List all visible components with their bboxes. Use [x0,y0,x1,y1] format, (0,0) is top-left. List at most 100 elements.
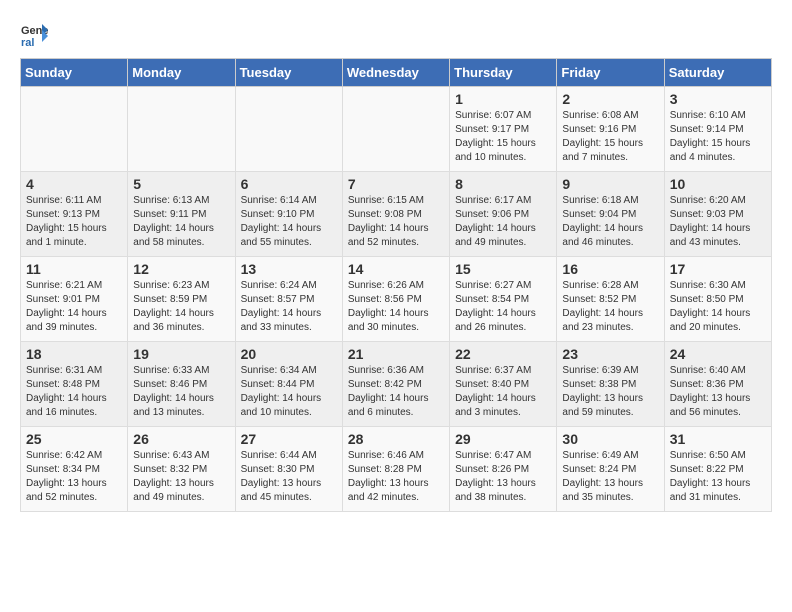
day-info: Sunrise: 6:10 AM Sunset: 9:14 PM Dayligh… [670,109,766,165]
header-cell-wednesday: Wednesday [342,59,449,87]
day-cell: 4 Sunrise: 6:11 AM Sunset: 9:13 PM Daylig… [21,172,128,257]
logo: Gene ral [20,20,52,48]
day-info: Sunrise: 6:43 AM Sunset: 8:32 PM Dayligh… [133,449,229,505]
day-number: 10 [670,176,766,192]
day-number: 26 [133,431,229,447]
day-number: 12 [133,261,229,277]
day-cell: 9Sunrise: 6:18 AM Sunset: 9:04 PM Daylig… [557,172,664,257]
day-number: 29 [455,431,551,447]
day-number: 5 [133,176,229,192]
day-number: 19 [133,346,229,362]
day-cell: 31 Sunrise: 6:50 AM Sunset: 8:22 PM Dayli… [664,427,771,512]
day-cell: 15 Sunrise: 6:27 AM Sunset: 8:54 PM Dayli… [450,257,557,342]
day-cell: 24Sunrise: 6:40 AM Sunset: 8:36 PM Dayli… [664,342,771,427]
day-cell: 27 Sunrise: 6:44 AM Sunset: 8:30 PM Dayli… [235,427,342,512]
header-cell-friday: Friday [557,59,664,87]
day-cell: 2 Sunrise: 6:08 AM Sunset: 9:16 PM Daylig… [557,87,664,172]
week-row-3: 11Sunrise: 6:21 AM Sunset: 9:01 PM Dayli… [21,257,772,342]
day-info: Sunrise: 6:08 AM Sunset: 9:16 PM Dayligh… [562,109,658,165]
day-number: 28 [348,431,444,447]
day-number: 15 [455,261,551,277]
day-info: Sunrise: 6:21 AM Sunset: 9:01 PM Dayligh… [26,279,122,335]
day-info: Sunrise: 6:15 AM Sunset: 9:08 PM Dayligh… [348,194,444,250]
day-number: 7 [348,176,444,192]
day-number: 30 [562,431,658,447]
day-info: Sunrise: 6:49 AM Sunset: 8:24 PM Dayligh… [562,449,658,505]
day-number: 8 [455,176,551,192]
header-cell-sunday: Sunday [21,59,128,87]
day-cell: 8 Sunrise: 6:17 AM Sunset: 9:06 PM Daylig… [450,172,557,257]
day-info: Sunrise: 6:36 AM Sunset: 8:42 PM Dayligh… [348,364,444,420]
day-info: Sunrise: 6:20 AM Sunset: 9:03 PM Dayligh… [670,194,766,250]
day-cell: 5 Sunrise: 6:13 AM Sunset: 9:11 PM Daylig… [128,172,235,257]
day-number: 21 [348,346,444,362]
day-number: 9 [562,176,658,192]
day-cell: 20 Sunrise: 6:34 AM Sunset: 8:44 PM Dayli… [235,342,342,427]
day-cell: 26 Sunrise: 6:43 AM Sunset: 8:32 PM Dayli… [128,427,235,512]
day-cell: 22Sunrise: 6:37 AM Sunset: 8:40 PM Dayli… [450,342,557,427]
day-info: Sunrise: 6:44 AM Sunset: 8:30 PM Dayligh… [241,449,337,505]
day-cell: 12Sunrise: 6:23 AM Sunset: 8:59 PM Dayli… [128,257,235,342]
header-cell-tuesday: Tuesday [235,59,342,87]
day-number: 1 [455,91,551,107]
calendar-table: SundayMondayTuesdayWednesdayThursdayFrid… [20,58,772,512]
svg-text:ral: ral [21,37,34,48]
logo-icon: Gene ral [20,20,48,48]
day-info: Sunrise: 6:24 AM Sunset: 8:57 PM Dayligh… [241,279,337,335]
day-cell: 28 Sunrise: 6:46 AM Sunset: 8:28 PM Dayli… [342,427,449,512]
day-number: 4 [26,176,122,192]
day-info: Sunrise: 6:28 AM Sunset: 8:52 PM Dayligh… [562,279,658,335]
day-info: Sunrise: 6:40 AM Sunset: 8:36 PM Dayligh… [670,364,766,420]
day-info: Sunrise: 6:46 AM Sunset: 8:28 PM Dayligh… [348,449,444,505]
day-info: Sunrise: 6:50 AM Sunset: 8:22 PM Dayligh… [670,449,766,505]
day-info: Sunrise: 6:34 AM Sunset: 8:44 PM Dayligh… [241,364,337,420]
day-cell: 29 Sunrise: 6:47 AM Sunset: 8:26 PM Dayli… [450,427,557,512]
day-info: Sunrise: 6:14 AM Sunset: 9:10 PM Dayligh… [241,194,337,250]
day-info: Sunrise: 6:17 AM Sunset: 9:06 PM Dayligh… [455,194,551,250]
day-number: 27 [241,431,337,447]
week-row-2: 4 Sunrise: 6:11 AM Sunset: 9:13 PM Daylig… [21,172,772,257]
week-row-5: 25Sunrise: 6:42 AM Sunset: 8:34 PM Dayli… [21,427,772,512]
day-info: Sunrise: 6:26 AM Sunset: 8:56 PM Dayligh… [348,279,444,335]
day-number: 14 [348,261,444,277]
day-info: Sunrise: 6:31 AM Sunset: 8:48 PM Dayligh… [26,364,122,420]
day-cell: 7 Sunrise: 6:15 AM Sunset: 9:08 PM Daylig… [342,172,449,257]
day-cell: 18 Sunrise: 6:31 AM Sunset: 8:48 PM Dayli… [21,342,128,427]
day-cell: 11Sunrise: 6:21 AM Sunset: 9:01 PM Dayli… [21,257,128,342]
day-info: Sunrise: 6:07 AM Sunset: 9:17 PM Dayligh… [455,109,551,165]
day-number: 22 [455,346,551,362]
day-info: Sunrise: 6:11 AM Sunset: 9:13 PM Dayligh… [26,194,122,250]
day-cell: 23 Sunrise: 6:39 AM Sunset: 8:38 PM Dayli… [557,342,664,427]
day-cell: 6 Sunrise: 6:14 AM Sunset: 9:10 PM Daylig… [235,172,342,257]
day-info: Sunrise: 6:39 AM Sunset: 8:38 PM Dayligh… [562,364,658,420]
header-cell-thursday: Thursday [450,59,557,87]
day-cell [342,87,449,172]
week-row-1: 1 Sunrise: 6:07 AM Sunset: 9:17 PM Daylig… [21,87,772,172]
day-info: Sunrise: 6:27 AM Sunset: 8:54 PM Dayligh… [455,279,551,335]
day-number: 16 [562,261,658,277]
day-info: Sunrise: 6:13 AM Sunset: 9:11 PM Dayligh… [133,194,229,250]
day-number: 31 [670,431,766,447]
day-cell [128,87,235,172]
day-cell [235,87,342,172]
day-number: 23 [562,346,658,362]
day-cell: 10 Sunrise: 6:20 AM Sunset: 9:03 PM Dayli… [664,172,771,257]
day-info: Sunrise: 6:47 AM Sunset: 8:26 PM Dayligh… [455,449,551,505]
day-number: 6 [241,176,337,192]
day-number: 2 [562,91,658,107]
week-row-4: 18 Sunrise: 6:31 AM Sunset: 8:48 PM Dayli… [21,342,772,427]
day-cell: 14 Sunrise: 6:26 AM Sunset: 8:56 PM Dayli… [342,257,449,342]
header-cell-monday: Monday [128,59,235,87]
header: Gene ral [20,20,772,48]
day-cell: 1 Sunrise: 6:07 AM Sunset: 9:17 PM Daylig… [450,87,557,172]
day-cell: 25Sunrise: 6:42 AM Sunset: 8:34 PM Dayli… [21,427,128,512]
day-cell: 19Sunrise: 6:33 AM Sunset: 8:46 PM Dayli… [128,342,235,427]
day-cell [21,87,128,172]
day-number: 3 [670,91,766,107]
header-row: SundayMondayTuesdayWednesdayThursdayFrid… [21,59,772,87]
day-cell: 16 Sunrise: 6:28 AM Sunset: 8:52 PM Dayli… [557,257,664,342]
day-cell: 21 Sunrise: 6:36 AM Sunset: 8:42 PM Dayli… [342,342,449,427]
day-number: 20 [241,346,337,362]
day-number: 25 [26,431,122,447]
day-number: 18 [26,346,122,362]
